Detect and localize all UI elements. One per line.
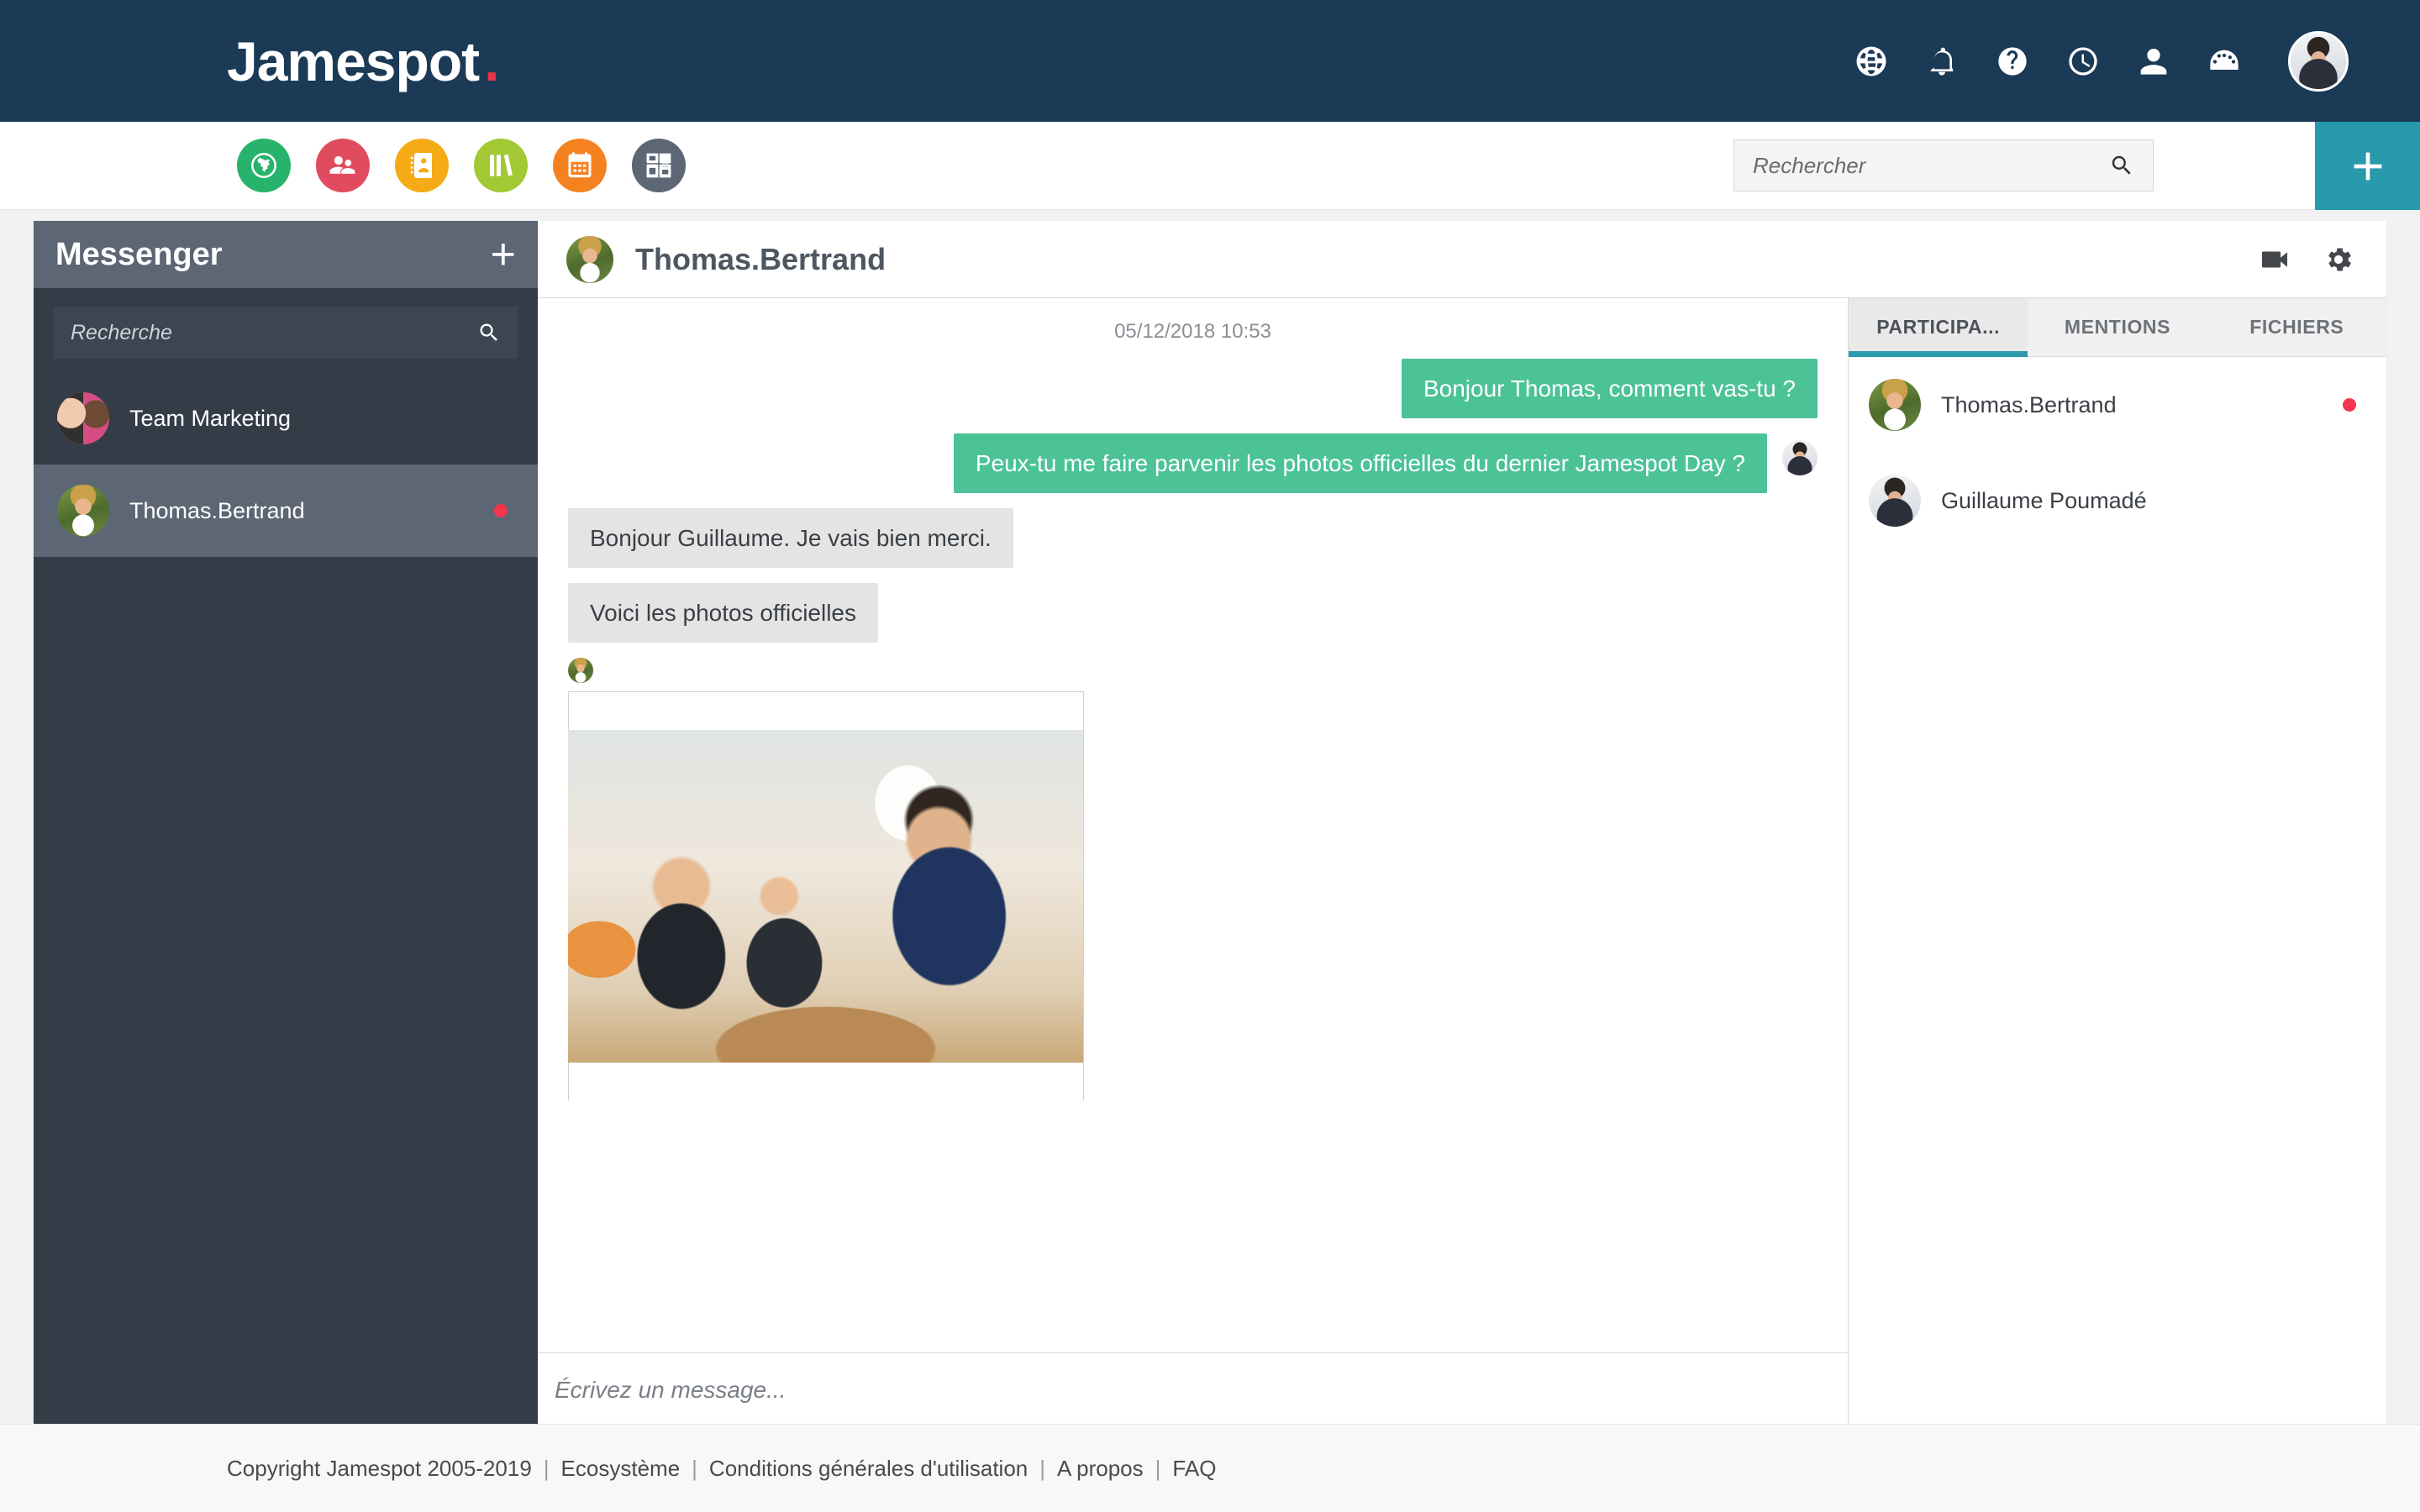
- footer-link-ecosysteme[interactable]: Ecosystème: [561, 1456, 681, 1482]
- search-input[interactable]: [1753, 152, 2109, 179]
- message-thread: 05/12/2018 10:53 Bonjour Thomas, comment…: [538, 298, 1849, 1496]
- footer: Copyright Jamespot 2005-2019 | Ecosystèm…: [0, 1424, 2420, 1512]
- participant-name: Thomas.Bertrand: [1941, 391, 2117, 417]
- new-conversation-button[interactable]: +: [491, 233, 516, 276]
- participant-row-thomas-bertrand[interactable]: Thomas.Bertrand: [1849, 357, 2386, 453]
- message-row-outgoing: Bonjour Thomas, comment vas-tu ?: [538, 359, 1848, 418]
- topbar-icon-group: [1853, 0, 2349, 122]
- message-row-incoming: Voici les photos officielles: [538, 583, 1848, 643]
- avatar: [568, 658, 593, 683]
- globe-app-icon[interactable]: [237, 139, 291, 192]
- message-bubble: Bonjour Guillaume. Je vais bien merci.: [568, 508, 1013, 568]
- search-icon: [480, 323, 497, 341]
- chat-body: 05/12/2018 10:53 Bonjour Thomas, comment…: [538, 298, 2386, 1496]
- video-camera-icon[interactable]: [2259, 244, 2291, 276]
- footer-link-a-propos[interactable]: A propos: [1057, 1456, 1144, 1482]
- photo-attachment-image: [568, 730, 1083, 1063]
- footer-copyright: Copyright Jamespot 2005-2019: [227, 1455, 532, 1481]
- participant-row-guillaume-poumade[interactable]: Guillaume Poumadé: [1849, 453, 2386, 549]
- gear-icon[interactable]: [2323, 244, 2354, 276]
- global-search[interactable]: [1733, 139, 2154, 192]
- bell-icon[interactable]: [1923, 43, 1960, 80]
- conversation-item-team-marketing[interactable]: Team Marketing: [34, 372, 538, 465]
- message-row-outgoing: Peux-tu me faire parvenir les photos off…: [538, 433, 1848, 493]
- chat-column: Thomas.Bertrand 05/12/2018 10:53 Bonjour…: [538, 221, 2386, 1496]
- jamespot-logo[interactable]: Jamespot.: [227, 29, 499, 93]
- message-timestamp: 05/12/2018 10:53: [1114, 320, 1271, 343]
- messenger-app: Messenger + Team Marketing Thomas.Bertra…: [34, 221, 2386, 1496]
- add-button[interactable]: [2315, 122, 2420, 211]
- conversation-search-input[interactable]: [71, 320, 477, 345]
- page-area: Messenger + Team Marketing Thomas.Bertra…: [0, 210, 2420, 1512]
- right-panel: PARTICIPA... MENTIONS FICHIERS Thomas.Be…: [1849, 298, 2386, 1496]
- footer-links: Copyright Jamespot 2005-2019 | Ecosystèm…: [227, 1456, 1216, 1482]
- conversation-search[interactable]: [54, 307, 518, 359]
- message-bubble: Voici les photos officielles: [568, 583, 878, 643]
- footer-separator: |: [543, 1455, 550, 1481]
- avatar: [57, 392, 109, 444]
- plus-icon: [2354, 152, 2381, 181]
- library-app-icon[interactable]: [474, 139, 528, 192]
- message-bubble: Peux-tu me faire parvenir les photos off…: [953, 433, 1767, 493]
- conversation-item-thomas-bertrand[interactable]: Thomas.Bertrand: [34, 465, 538, 557]
- help-icon[interactable]: [1994, 43, 2031, 80]
- participant-name: Guillaume Poumadé: [1941, 487, 2147, 513]
- globe-icon[interactable]: [1853, 43, 1890, 80]
- composer-input-row[interactable]: [538, 1353, 1848, 1427]
- messenger-header: Messenger +: [34, 221, 538, 288]
- avatar[interactable]: [2288, 30, 2349, 92]
- photo-attachment[interactable]: [568, 691, 1084, 1101]
- logo-dot: .: [484, 29, 499, 92]
- contacts-app-icon[interactable]: [395, 139, 449, 192]
- avatar: [57, 485, 109, 537]
- calendar-app-icon[interactable]: [553, 139, 607, 192]
- message-list[interactable]: 05/12/2018 10:53 Bonjour Thomas, comment…: [538, 298, 1848, 1352]
- logo-text: Jamespot: [227, 29, 480, 92]
- message-row-incoming: Bonjour Guillaume. Je vais bien merci.: [538, 508, 1848, 568]
- conversation-name: Team Marketing: [129, 405, 292, 431]
- chat-header-actions: [2259, 244, 2354, 276]
- avatar: [1869, 379, 1921, 431]
- avatar: [1782, 440, 1818, 475]
- avatar-image: [2291, 33, 2346, 89]
- chat-title: Thomas.Bertrand: [635, 241, 886, 276]
- top-brand-bar: Jamespot.: [0, 0, 2420, 122]
- message-bubble: Bonjour Thomas, comment vas-tu ?: [1401, 359, 1818, 418]
- tab-mentions[interactable]: MENTIONS: [2028, 298, 2207, 356]
- footer-link-conditions[interactable]: Conditions générales d'utilisation: [709, 1456, 1028, 1482]
- unread-dot: [494, 504, 508, 517]
- message-input[interactable]: [555, 1376, 1831, 1404]
- clock-icon[interactable]: [2065, 43, 2102, 80]
- footer-separator: |: [1039, 1455, 1045, 1481]
- footer-separator: |: [1155, 1455, 1161, 1481]
- user-icon[interactable]: [2135, 43, 2172, 80]
- apps-grid-icon[interactable]: [632, 139, 686, 192]
- messenger-sidebar: Messenger + Team Marketing Thomas.Bertra…: [34, 221, 538, 1496]
- dashboard-icon[interactable]: [2206, 43, 2243, 80]
- avatar: [1869, 475, 1921, 527]
- online-status-dot: [2343, 398, 2356, 412]
- community-app-icon[interactable]: [316, 139, 370, 192]
- app-nav-bar: [0, 122, 2420, 211]
- app-icon-group: [237, 139, 686, 192]
- footer-separator: |: [692, 1455, 697, 1481]
- chat-header: Thomas.Bertrand: [538, 221, 2386, 298]
- tab-participants[interactable]: PARTICIPA...: [1849, 298, 2028, 357]
- right-panel-tabs: PARTICIPA... MENTIONS FICHIERS: [1849, 298, 2386, 357]
- tab-files[interactable]: FICHIERS: [2207, 298, 2386, 356]
- footer-link-faq[interactable]: FAQ: [1172, 1456, 1216, 1482]
- search-icon: [2112, 155, 2131, 175]
- messenger-title: Messenger: [55, 236, 223, 272]
- avatar: [566, 235, 613, 283]
- conversation-name: Thomas.Bertrand: [129, 497, 305, 523]
